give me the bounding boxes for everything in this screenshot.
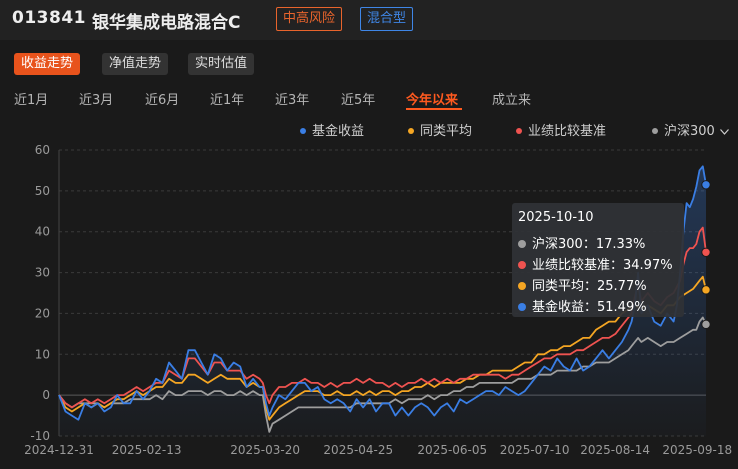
x-tick-label: 2024-12-31	[24, 443, 94, 457]
chart-tooltip: 2025-10-10 沪深300：17.33% 业绩比较基准：34.97% 同类…	[512, 203, 684, 317]
tooltip-row-peer-average: 同类平均：25.77%	[518, 275, 647, 294]
series-endpoint-csi300	[701, 319, 711, 330]
x-tick-label: 2025-02-13	[112, 443, 182, 457]
x-tick-label: 2025-03-20	[230, 443, 300, 457]
y-tick-label: 40	[35, 225, 50, 239]
tooltip-value-benchmark: 业绩比较基准：34.97%	[532, 258, 673, 273]
y-tick-label: 30	[35, 266, 50, 280]
tooltip-value-csi300: 沪深300：17.33%	[532, 237, 646, 252]
y-tick-label: 60	[35, 143, 50, 157]
y-tick-label: -10	[30, 429, 50, 443]
tooltip-dot-csi300	[518, 239, 526, 248]
tooltip-row-fund: 基金收益：51.49%	[518, 296, 647, 315]
y-tick-label: 50	[35, 184, 50, 198]
tooltip-dot-benchmark	[518, 260, 526, 269]
tooltip-date: 2025-10-10	[518, 210, 594, 225]
x-tick-label: 2025-06-05	[417, 443, 487, 457]
series-endpoint-peer-average	[701, 285, 711, 295]
series-endpoint-benchmark	[701, 247, 711, 257]
x-tick-label: 2025-07-10	[500, 443, 570, 457]
tooltip-value-fund: 基金收益：51.49%	[532, 300, 647, 315]
x-tick-label: 2025-09-18	[662, 443, 732, 457]
tooltip-row-benchmark: 业绩比较基准：34.97%	[518, 254, 673, 273]
x-tick-label: 2025-08-14	[580, 443, 650, 457]
tooltip-dot-peer-average	[518, 281, 526, 290]
y-tick-label: 0	[42, 388, 50, 402]
y-tick-label: 20	[35, 306, 50, 320]
series-endpoint-fund	[701, 180, 711, 190]
tooltip-value-peer-average: 同类平均：25.77%	[532, 279, 647, 294]
tooltip-row-csi300: 沪深300：17.33%	[518, 233, 645, 252]
x-tick-label: 2025-04-25	[323, 443, 393, 457]
tooltip-dot-fund	[518, 302, 526, 311]
y-tick-label: 10	[35, 347, 50, 361]
